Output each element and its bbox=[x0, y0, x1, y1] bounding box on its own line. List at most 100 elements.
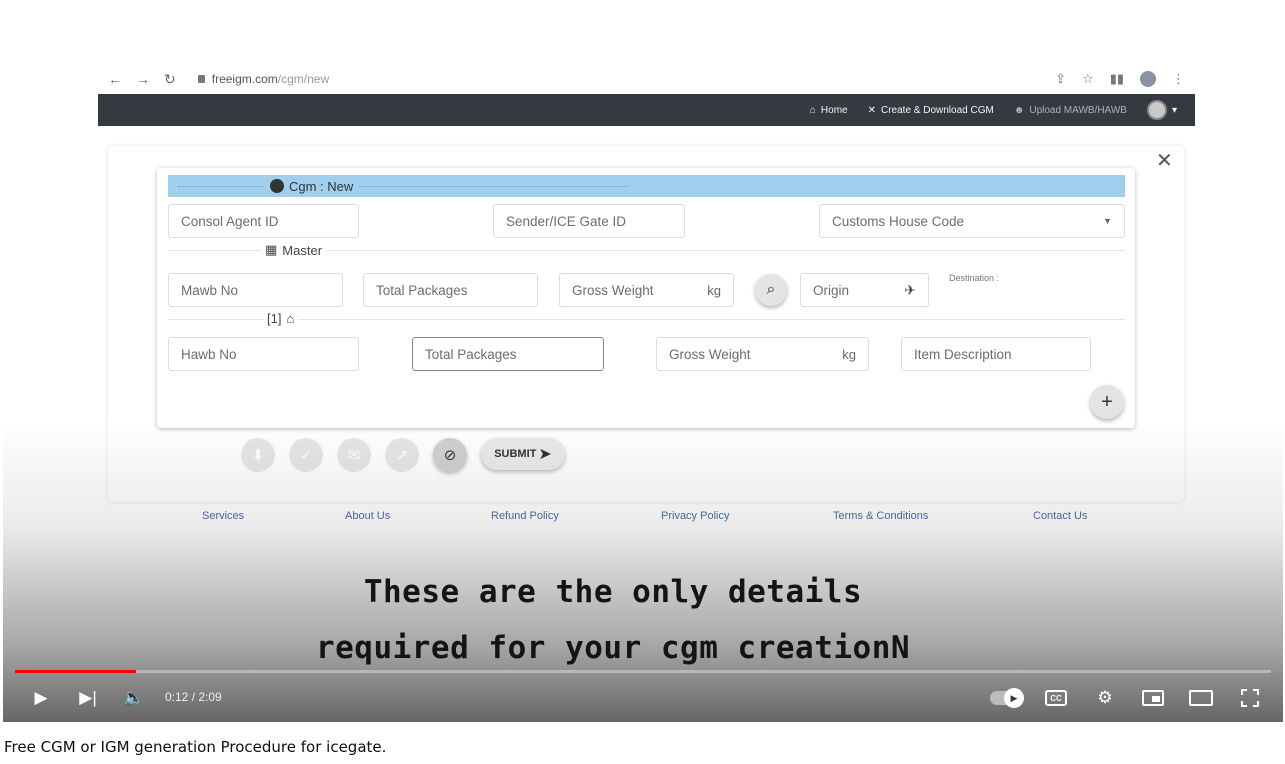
theater-mode-button[interactable] bbox=[1187, 686, 1215, 710]
volume-icon: 🔈 bbox=[123, 688, 145, 707]
more-menu-icon: ⋮ bbox=[1172, 71, 1185, 86]
fullscreen-icon bbox=[1241, 689, 1259, 707]
form-title: Cgm : New bbox=[289, 178, 354, 194]
profile-avatar-icon bbox=[1140, 71, 1156, 87]
envelope-icon: ✉ bbox=[347, 447, 361, 464]
cc-icon: CC bbox=[1045, 690, 1067, 706]
lock-icon bbox=[197, 75, 205, 83]
video-player[interactable]: ← → ↻ freeigm.com/cgm/new ⇪ ☆ ▮▮ ⋮ ⌂ Hom… bbox=[3, 0, 1283, 722]
consol-agent-id-placeholder: Consol Agent ID bbox=[181, 213, 279, 229]
plane-takeoff-icon: ✈ bbox=[904, 281, 916, 298]
progress-played bbox=[15, 670, 136, 673]
house-divider bbox=[168, 319, 1125, 320]
hawb-no-field: Hawb No bbox=[168, 337, 359, 371]
item-description-field: Item Description bbox=[901, 337, 1091, 371]
chart-button: ↗ bbox=[385, 438, 419, 472]
forward-arrow-icon: → bbox=[136, 70, 150, 87]
house-index: [1] bbox=[267, 311, 282, 326]
house-kg-unit: kg bbox=[842, 346, 856, 362]
autoplay-play-icon: ▶ bbox=[1004, 688, 1024, 708]
nav-upload: ☻ Upload MAWB/HAWB bbox=[1014, 105, 1127, 116]
nav-upload-label: Upload MAWB/HAWB bbox=[1029, 104, 1127, 116]
url-host: freeigm.com bbox=[211, 72, 278, 86]
consol-agent-id-field: Consol Agent ID bbox=[168, 204, 359, 238]
next-button[interactable]: ▶| bbox=[76, 686, 100, 710]
sender-ice-gate-id-placeholder: Sender/ICE Gate ID bbox=[506, 213, 627, 229]
dropdown-caret-icon: ▼ bbox=[1103, 216, 1112, 226]
house-total-packages-placeholder: Total Packages bbox=[425, 346, 517, 362]
star-icon: ☆ bbox=[1082, 71, 1094, 86]
hawb-no-placeholder: Hawb No bbox=[181, 346, 237, 362]
skip-next-icon: ▶| bbox=[79, 688, 97, 707]
master-section-label: ▦ Master bbox=[261, 242, 327, 258]
nav-account: ▾ bbox=[1146, 100, 1177, 120]
progress-bar[interactable] bbox=[15, 670, 1271, 673]
cancel-button: ⊘ bbox=[433, 438, 467, 472]
volume-button[interactable]: 🔈 bbox=[121, 686, 147, 710]
download-icon: ⬇ bbox=[251, 447, 265, 464]
destination-label: Destination : bbox=[949, 273, 1000, 283]
tools-icon: ✕ bbox=[867, 104, 876, 116]
footer-contact: Contact Us bbox=[1033, 510, 1088, 522]
video-title: Free CGM or IGM generation Procedure for… bbox=[4, 738, 387, 756]
close-icon: ✕ bbox=[1156, 150, 1173, 172]
master-kg-unit: kg bbox=[707, 282, 721, 298]
item-description-placeholder: Item Description bbox=[914, 346, 1012, 362]
origin-placeholder: Origin bbox=[813, 282, 850, 298]
account-avatar-icon bbox=[1146, 100, 1167, 120]
master-gross-weight-placeholder: Gross Weight bbox=[572, 282, 654, 298]
master-label-text: Master bbox=[282, 242, 323, 258]
miniplayer-icon bbox=[1142, 690, 1164, 706]
submit-button: SUBMIT ➤ bbox=[481, 438, 565, 470]
origin-field: Origin ✈ bbox=[800, 273, 929, 307]
nav-create-download: ✕ Create & Download CGM bbox=[868, 105, 994, 116]
footer-about: About Us bbox=[345, 510, 391, 522]
house-section-label: [1] ⌂ bbox=[263, 311, 299, 326]
miniplayer-button[interactable] bbox=[1140, 686, 1166, 710]
building-icon: ▦ bbox=[265, 242, 278, 257]
email-button: ✉ bbox=[337, 438, 371, 472]
theater-icon bbox=[1189, 690, 1213, 706]
house-gross-weight-field: Gross Weight kg bbox=[656, 337, 869, 371]
share-icon: ⇪ bbox=[1055, 71, 1067, 86]
search-icon: ⌕ bbox=[766, 281, 776, 298]
extension-icon: ▮▮ bbox=[1109, 71, 1124, 86]
master-total-packages-field: Total Packages bbox=[363, 273, 538, 307]
browser-toolbar: ← → ↻ freeigm.com/cgm/new ⇪ ☆ ▮▮ ⋮ bbox=[98, 66, 1195, 92]
subtitle-line-2: required for your cgm creationN bbox=[315, 630, 911, 666]
user-upload-icon: ☻ bbox=[1013, 104, 1025, 116]
nav-home: ⌂ Home bbox=[810, 105, 848, 116]
back-arrow-icon: ← bbox=[108, 70, 122, 87]
url-path: /cgm/new bbox=[277, 72, 330, 86]
house-total-packages-field: Total Packages bbox=[412, 337, 604, 371]
submit-label: SUBMIT bbox=[494, 448, 537, 460]
mawb-no-placeholder: Mawb No bbox=[181, 282, 239, 298]
verify-button: ✓ bbox=[289, 438, 323, 472]
address-bar: freeigm.com/cgm/new bbox=[197, 72, 330, 86]
footer-services: Services bbox=[202, 510, 245, 522]
house-icon: ⌂ bbox=[286, 311, 295, 326]
subtitles-button[interactable]: CC bbox=[1043, 686, 1069, 710]
site-navbar: ⌂ Home ✕ Create & Download CGM ☻ Upload … bbox=[98, 94, 1195, 126]
sender-ice-gate-id-field: Sender/ICE Gate ID bbox=[493, 204, 685, 238]
nav-create-label: Create & Download CGM bbox=[880, 104, 994, 116]
form-title-bar: Cgm : New bbox=[168, 175, 1125, 197]
chevron-down-icon: ▾ bbox=[1171, 104, 1177, 116]
check-circle-icon: ✓ bbox=[299, 447, 313, 464]
download-button: ⬇ bbox=[241, 438, 275, 472]
ban-icon: ⊘ bbox=[443, 447, 457, 464]
settings-button[interactable]: ⚙ bbox=[1092, 686, 1118, 710]
house-gross-weight-placeholder: Gross Weight bbox=[669, 346, 751, 362]
master-gross-weight-field: Gross Weight kg bbox=[559, 273, 734, 307]
footer-privacy: Privacy Policy bbox=[661, 510, 730, 522]
home-icon: ⌂ bbox=[809, 104, 816, 116]
user-circle-icon bbox=[270, 179, 284, 193]
player-controls: ▶ ▶| 🔈 0:12 / 2:09 ▶ CC ⚙ bbox=[3, 678, 1283, 718]
chart-line-icon: ↗ bbox=[395, 447, 409, 464]
add-house-button: + bbox=[1090, 385, 1124, 419]
search-button: ⌕ bbox=[755, 274, 787, 306]
autoplay-toggle[interactable]: ▶ bbox=[988, 686, 1024, 710]
fullscreen-button[interactable] bbox=[1238, 686, 1262, 710]
play-button[interactable]: ▶ bbox=[29, 686, 53, 710]
footer-refund: Refund Policy bbox=[491, 510, 559, 522]
